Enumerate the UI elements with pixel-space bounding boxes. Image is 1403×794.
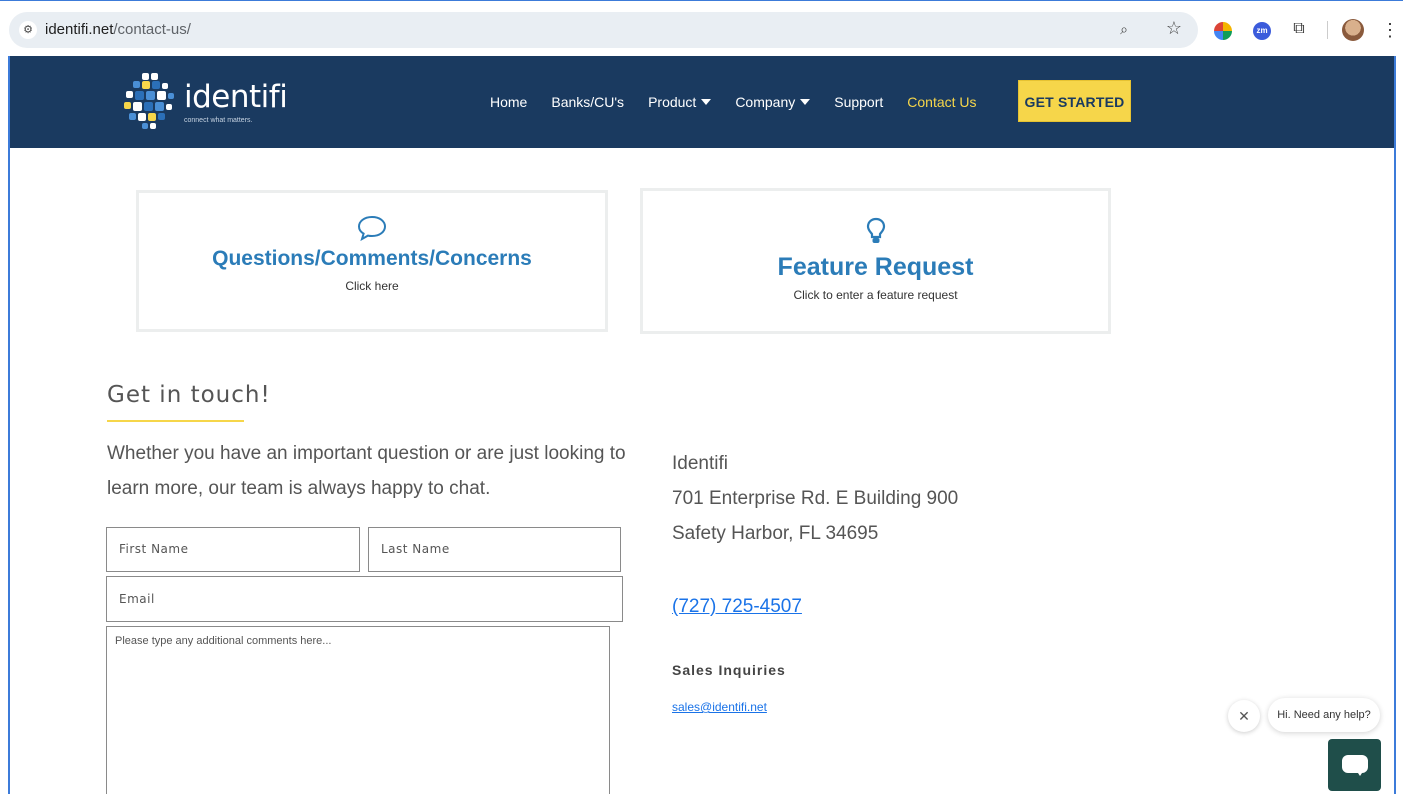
get-in-touch-heading: Get in touch! bbox=[107, 382, 271, 408]
chat-greeting-bubble[interactable]: Hi. Need any help? bbox=[1268, 698, 1380, 732]
toolbar-divider bbox=[1327, 21, 1328, 39]
page-border bbox=[1394, 56, 1396, 794]
bookmark-star-icon[interactable]: ☆ bbox=[1165, 19, 1183, 37]
address-line-1: 701 Enterprise Rd. E Building 900 bbox=[672, 488, 959, 509]
speech-bubble-icon bbox=[357, 215, 387, 241]
chat-close-icon[interactable]: ✕ bbox=[1228, 700, 1260, 732]
zoom-extension-icon[interactable]: zm bbox=[1253, 22, 1271, 40]
logo-tagline: connect what matters. bbox=[184, 117, 253, 124]
logo-dots-icon bbox=[124, 73, 174, 129]
nav-item-contact-us[interactable]: Contact Us bbox=[907, 94, 976, 110]
card-title: Questions/Comments/Concerns bbox=[212, 247, 532, 270]
company-address: Identifi 701 Enterprise Rd. E Building 9… bbox=[672, 446, 958, 551]
nav-item-company[interactable]: Company bbox=[735, 94, 811, 110]
first-name-field[interactable]: First Name bbox=[106, 527, 360, 572]
card-title: Feature Request bbox=[777, 253, 974, 281]
nav-label: Product bbox=[648, 94, 697, 110]
heading-underline bbox=[107, 420, 244, 422]
browser-toolbar: ⚙ identifi.net/contact-us/ ⌕ ☆ zm ⧉ ⋮ bbox=[0, 0, 1403, 56]
questions-card[interactable]: Questions/Comments/Concerns Click here bbox=[136, 190, 608, 332]
address-line-2: Safety Harbor, FL 34695 bbox=[672, 523, 879, 544]
nav-item-product[interactable]: Product bbox=[648, 94, 712, 110]
phone-link[interactable]: (727) 725-4507 bbox=[672, 596, 802, 618]
comments-textarea[interactable]: Please type any additional comments here… bbox=[106, 626, 610, 794]
chat-launcher-button[interactable] bbox=[1328, 739, 1381, 791]
url-text[interactable]: identifi.net/contact-us/ bbox=[45, 21, 191, 38]
nav-label: Company bbox=[735, 94, 796, 110]
kebab-menu-icon[interactable]: ⋮ bbox=[1381, 20, 1399, 40]
card-subtitle: Click to enter a feature request bbox=[793, 288, 958, 302]
nav-item-home[interactable]: Home bbox=[490, 94, 527, 110]
page-border bbox=[8, 56, 10, 794]
nav-label: Home bbox=[490, 94, 528, 110]
get-in-touch-copy: Whether you have an important question o… bbox=[107, 443, 626, 499]
sales-email-link[interactable]: sales@identifi.net bbox=[672, 700, 767, 714]
logo-wordmark: identifi bbox=[184, 79, 288, 115]
nav-item-support[interactable]: Support bbox=[834, 94, 883, 110]
sales-inquiries-title: Sales Inquiries bbox=[672, 662, 786, 678]
nav-item-banks-cus[interactable]: Banks/CU's bbox=[551, 94, 624, 110]
email-field[interactable]: Email bbox=[106, 576, 623, 622]
url-host: identifi.net bbox=[45, 21, 114, 38]
url-path: /contact-us/ bbox=[113, 21, 191, 38]
nav-label: Contact Us bbox=[907, 94, 977, 110]
profile-avatar[interactable] bbox=[1342, 19, 1364, 41]
last-name-field[interactable]: Last Name bbox=[368, 527, 621, 572]
caret-down-icon bbox=[701, 99, 712, 105]
identifi-logo[interactable]: identifi connect what matters. bbox=[120, 71, 288, 133]
caret-down-icon bbox=[800, 99, 811, 105]
extension-icon[interactable] bbox=[1214, 22, 1232, 40]
chat-icon bbox=[1342, 755, 1368, 776]
card-subtitle: Click here bbox=[345, 279, 399, 293]
get-started-button[interactable]: GET STARTED bbox=[1018, 80, 1131, 122]
lightbulb-icon bbox=[866, 217, 885, 243]
address-bar[interactable]: ⚙ identifi.net/contact-us/ bbox=[9, 12, 1198, 48]
nav-label: Banks/CU's bbox=[551, 94, 625, 110]
main-nav: Home Banks/CU's Product Company Support … bbox=[490, 56, 1001, 148]
site-info-icon[interactable]: ⚙ bbox=[19, 21, 37, 39]
feature-request-card[interactable]: Feature Request Click to enter a feature… bbox=[640, 188, 1111, 334]
company-name: Identifi bbox=[672, 453, 728, 474]
site-header: identifi connect what matters. Home Bank… bbox=[10, 56, 1394, 148]
extensions-puzzle-icon[interactable]: ⧉ bbox=[1289, 19, 1309, 39]
nav-label: Support bbox=[834, 94, 884, 110]
zoom-icon[interactable]: ⌕ bbox=[1116, 21, 1132, 37]
